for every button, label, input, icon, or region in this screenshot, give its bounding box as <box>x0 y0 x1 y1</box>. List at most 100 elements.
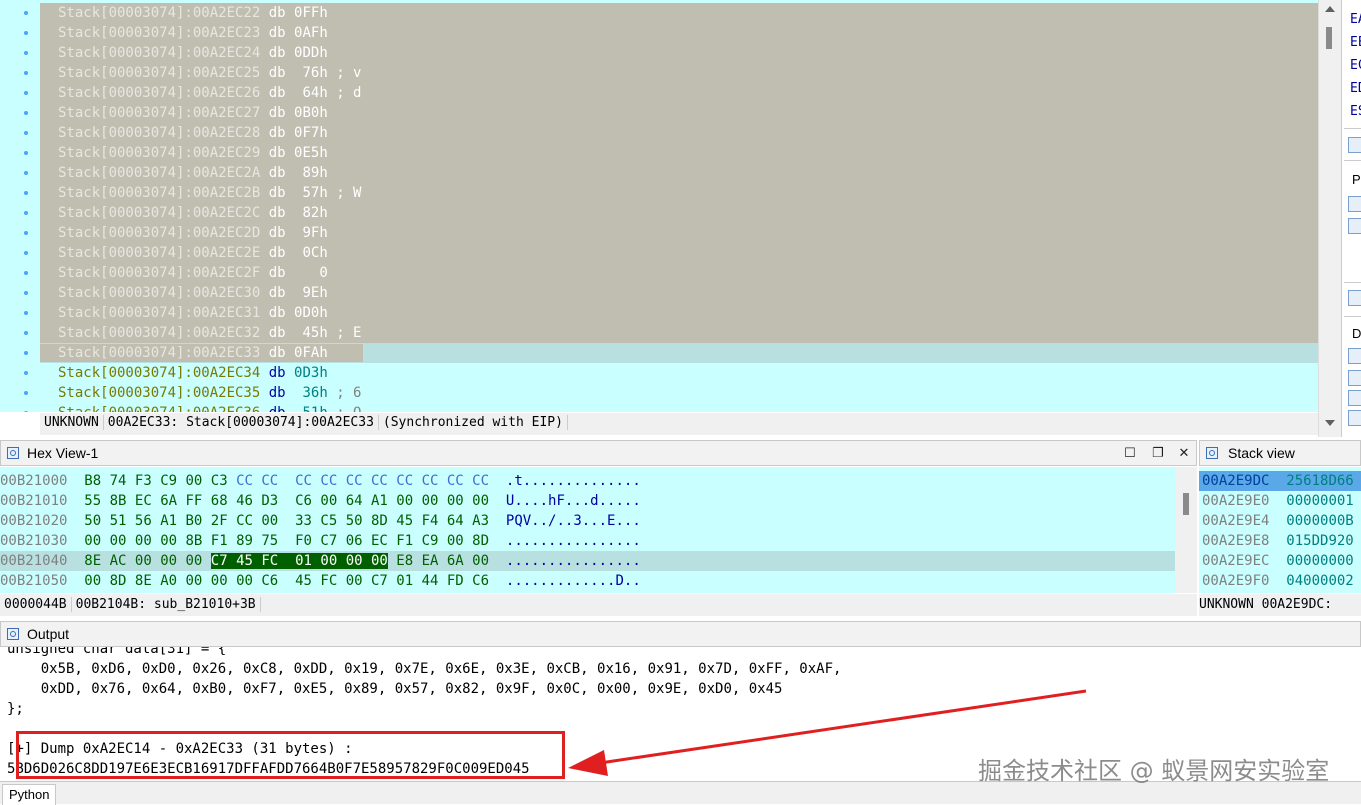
disasm-line[interactable]: Stack[00003074]:00A2EC27 db 0B0h <box>58 103 336 123</box>
register-label[interactable]: EC <box>1350 56 1361 76</box>
hex-byte[interactable]: D3 <box>261 493 278 509</box>
disasm-line[interactable]: Stack[00003074]:00A2EC30 db 9Eh <box>58 283 336 303</box>
register-label[interactable]: EE <box>1350 33 1361 53</box>
disasm-line[interactable]: Stack[00003074]:00A2EC35 db 36h ; 6 <box>58 383 361 403</box>
hex-byte[interactable]: 68 <box>211 493 228 509</box>
breakpoint-dot[interactable] <box>24 331 28 335</box>
hex-byte[interactable]: 46 <box>236 493 253 509</box>
hex-byte[interactable]: 00 <box>472 493 489 509</box>
panel-button-icon[interactable] <box>1348 348 1361 364</box>
panel-button-icon[interactable] <box>1348 370 1361 386</box>
hex-byte[interactable]: CC <box>472 473 489 489</box>
stack-row[interactable]: 00A2E9E4 0000000B <box>1202 511 1354 531</box>
hex-byte[interactable]: A1 <box>160 513 177 529</box>
disasm-line[interactable]: Stack[00003074]:00A2EC24 db 0DDh <box>58 43 336 63</box>
hex-byte[interactable]: 06 <box>346 533 363 549</box>
stack-row[interactable]: 00A2E9F0 04000002 <box>1202 571 1354 591</box>
breakpoint-dot[interactable] <box>24 251 28 255</box>
register-label[interactable]: ED <box>1350 79 1361 99</box>
hex-byte[interactable]: 50 <box>84 513 101 529</box>
breakpoint-dot[interactable] <box>24 31 28 35</box>
hex-byte[interactable]: 00 <box>160 533 177 549</box>
breakpoint-dot[interactable] <box>24 91 28 95</box>
hex-byte[interactable]: 64 <box>346 493 363 509</box>
scroll-thumb[interactable] <box>1183 493 1189 515</box>
hex-row[interactable]: 00B21020 50 51 56 A1 B0 2F CC 00 33 C5 5… <box>0 511 641 531</box>
hex-byte[interactable]: 00 <box>185 573 202 589</box>
hex-byte[interactable]: 56 <box>135 513 152 529</box>
breakpoint-dot[interactable] <box>24 111 28 115</box>
hex-byte[interactable]: 00 <box>422 493 439 509</box>
hex-byte[interactable]: C6 <box>472 573 489 589</box>
hex-byte[interactable]: 00 <box>160 553 177 569</box>
restore-icon[interactable]: ❐ <box>1149 444 1167 462</box>
hex-byte[interactable]: C3 <box>211 473 228 489</box>
python-tab[interactable]: Python <box>2 784 57 805</box>
hex-byte[interactable]: FC <box>261 553 279 569</box>
stack-row[interactable]: 00A2E9DC 25618D66 <box>1199 471 1361 491</box>
disasm-line[interactable]: Stack[00003074]:00A2EC32 db 45h ; E <box>58 323 361 343</box>
hex-byte[interactable]: 00 <box>84 533 101 549</box>
hex-byte[interactable]: 89 <box>236 533 253 549</box>
panel-button-icon[interactable] <box>1348 290 1361 306</box>
disasm-line[interactable]: Stack[00003074]:00A2EC2A db 89h <box>58 163 336 183</box>
hex-byte[interactable]: C7 <box>210 553 228 569</box>
hex-byte[interactable]: 00 <box>84 573 101 589</box>
panel-button-icon[interactable] <box>1348 137 1361 153</box>
hex-byte[interactable]: 6A <box>447 553 464 569</box>
hex-byte[interactable]: F1 <box>211 533 228 549</box>
stack-row[interactable]: 00A2E9EC 00000000 <box>1202 551 1354 571</box>
hex-byte[interactable]: E8 <box>396 553 413 569</box>
breakpoint-dot[interactable] <box>24 151 28 155</box>
hex-byte[interactable]: 00 <box>320 493 337 509</box>
panel-button-icon[interactable] <box>1348 218 1361 234</box>
hex-byte[interactable]: F4 <box>422 513 439 529</box>
hex-byte[interactable]: CC <box>261 473 278 489</box>
hex-byte[interactable]: 8E <box>135 573 152 589</box>
hex-byte[interactable]: CC <box>371 473 388 489</box>
panel-button-icon[interactable] <box>1348 196 1361 212</box>
hex-byte[interactable]: C7 <box>320 533 337 549</box>
hex-view-titlebar[interactable]: Hex View-1 ☐ ❐ ✕ <box>0 440 1197 466</box>
register-label[interactable]: EA <box>1350 10 1361 30</box>
hex-byte[interactable]: 2F <box>211 513 228 529</box>
hex-byte[interactable]: A0 <box>160 573 177 589</box>
hex-byte[interactable]: 45 <box>295 573 312 589</box>
hex-byte[interactable]: CC <box>346 473 363 489</box>
hex-byte[interactable]: 00 <box>110 533 127 549</box>
hex-byte[interactable]: 51 <box>110 513 127 529</box>
disasm-line[interactable]: Stack[00003074]:00A2EC26 db 64h ; d <box>58 83 361 103</box>
breakpoint-dot[interactable] <box>24 131 28 135</box>
disasm-line[interactable]: Stack[00003074]:00A2EC23 db 0AFh <box>58 23 336 43</box>
hex-byte[interactable]: C6 <box>295 493 312 509</box>
hex-row[interactable]: 00B21010 55 8B EC 6A FF 68 46 D3 C6 00 6… <box>0 491 641 511</box>
hex-byte[interactable]: F3 <box>135 473 152 489</box>
breakpoint-dot[interactable] <box>24 411 28 412</box>
hex-byte[interactable]: 33 <box>295 513 312 529</box>
hex-byte[interactable]: FF <box>185 493 202 509</box>
disasm-line[interactable]: Stack[00003074]:00A2EC29 db 0E5h <box>58 143 336 163</box>
register-label[interactable]: ES <box>1350 102 1361 122</box>
hex-byte[interactable]: A3 <box>472 513 489 529</box>
hex-byte[interactable]: CC <box>396 473 413 489</box>
hex-byte[interactable]: 00 <box>370 553 388 569</box>
breakpoint-dot[interactable] <box>24 51 28 55</box>
hex-byte[interactable]: AC <box>110 553 127 569</box>
panel-button-icon[interactable] <box>1348 410 1361 426</box>
hex-byte[interactable]: 00 <box>236 573 253 589</box>
hex-byte[interactable]: CC <box>295 473 312 489</box>
hex-byte[interactable]: 00 <box>135 553 152 569</box>
hex-byte[interactable]: 00 <box>447 493 464 509</box>
hex-row[interactable]: 00B21000 B8 74 F3 C9 00 C3 CC CC CC CC C… <box>0 471 641 491</box>
hex-byte[interactable]: 00 <box>185 473 202 489</box>
hex-byte[interactable]: C9 <box>160 473 177 489</box>
hex-byte[interactable]: EC <box>371 533 388 549</box>
hex-byte[interactable]: FC <box>320 573 337 589</box>
stack-list[interactable]: 00A2E9DC 25618D66 00A2E9E0 00000001 00A2E9… <box>1199 467 1361 593</box>
hex-byte[interactable]: 00 <box>320 553 338 569</box>
breakpoint-dot[interactable] <box>24 191 28 195</box>
stack-row[interactable]: 00A2E9E0 00000001 <box>1202 491 1354 511</box>
breakpoint-dot[interactable] <box>24 391 28 395</box>
hex-row[interactable]: 00B21040 8E AC 00 00 00 C7 45 FC 01 00 0… <box>0 551 1175 571</box>
hex-byte[interactable]: 44 <box>422 573 439 589</box>
